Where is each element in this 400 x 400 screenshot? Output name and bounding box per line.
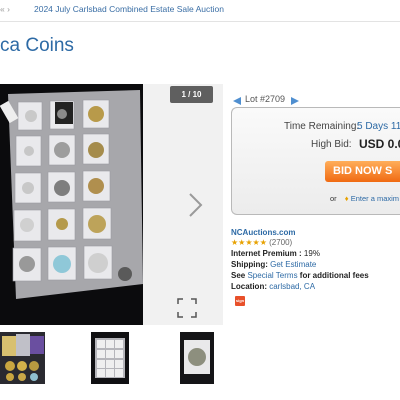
fees-text: for additional fees: [299, 271, 369, 280]
special-terms-link[interactable]: Special Terms: [247, 271, 297, 280]
premium-value: 19%: [303, 249, 320, 258]
shipping-label: Shipping:: [231, 260, 268, 269]
thumbnail-1[interactable]: [0, 332, 45, 384]
time-remaining-value: 5 Days 11: [357, 121, 400, 132]
bid-now-button[interactable]: BID NOW S: [325, 161, 400, 182]
time-remaining-label: Time Remaining:: [284, 121, 360, 132]
special-terms-row: See Special Terms for additional fees: [231, 270, 369, 281]
see-text: See: [231, 271, 246, 280]
coin-sheet-photo: [0, 84, 143, 325]
shipping-row: Shipping: Get Estimate: [231, 259, 316, 270]
high-bid-label: High Bid:: [311, 139, 352, 150]
thumbnail-1-image: [0, 332, 45, 384]
header-divider: [0, 21, 400, 22]
expand-icon[interactable]: [176, 297, 198, 319]
high-bid-value: USD 0.0: [359, 137, 400, 151]
max-bid-row: or ♦ Enter a maxim: [330, 194, 399, 203]
previous-lot-arrow-icon[interactable]: [232, 96, 242, 106]
shipping-estimate-link[interactable]: Get Estimate: [270, 260, 316, 269]
premium-label: Internet Premium :: [231, 249, 302, 258]
rating-stars-icon: ★★★★★: [231, 238, 267, 247]
thumbnail-2-image: [91, 332, 129, 384]
internet-premium-row: Internet Premium : 19%: [231, 248, 320, 259]
lot-number: Lot #2709: [245, 94, 286, 104]
next-lot-arrow-icon[interactable]: [290, 96, 300, 106]
image-counter: 1 / 10: [170, 86, 213, 103]
breadcrumb: « › 2024 July Carlsbad Combined Estate S…: [0, 2, 400, 20]
thumbnail-3-image: [180, 332, 214, 384]
bid-now-label: BID NOW S: [333, 165, 393, 177]
or-text: or: [330, 194, 337, 203]
next-image-arrow-icon[interactable]: [183, 190, 207, 220]
sign-badge-icon: sign: [235, 296, 245, 306]
breadcrumb-sale-link[interactable]: 2024 July Carlsbad Combined Estate Sale …: [34, 4, 224, 14]
page-title: ca Coins: [0, 35, 74, 56]
max-bid-icon: ♦: [344, 194, 349, 203]
main-lot-photo[interactable]: [0, 84, 143, 325]
thumbnail-3[interactable]: [180, 332, 214, 384]
seller-rating[interactable]: ★★★★★ (2700): [231, 237, 292, 248]
location-row: Location: carlsbad, CA: [231, 281, 315, 292]
max-bid-link[interactable]: Enter a maxim: [351, 194, 399, 203]
breadcrumb-separator: « ›: [0, 4, 10, 14]
rating-count: (2700): [269, 238, 293, 247]
thumbnail-2[interactable]: [91, 332, 129, 384]
location-label: Location:: [231, 282, 267, 291]
location-value: carlsbad, CA: [269, 282, 316, 291]
